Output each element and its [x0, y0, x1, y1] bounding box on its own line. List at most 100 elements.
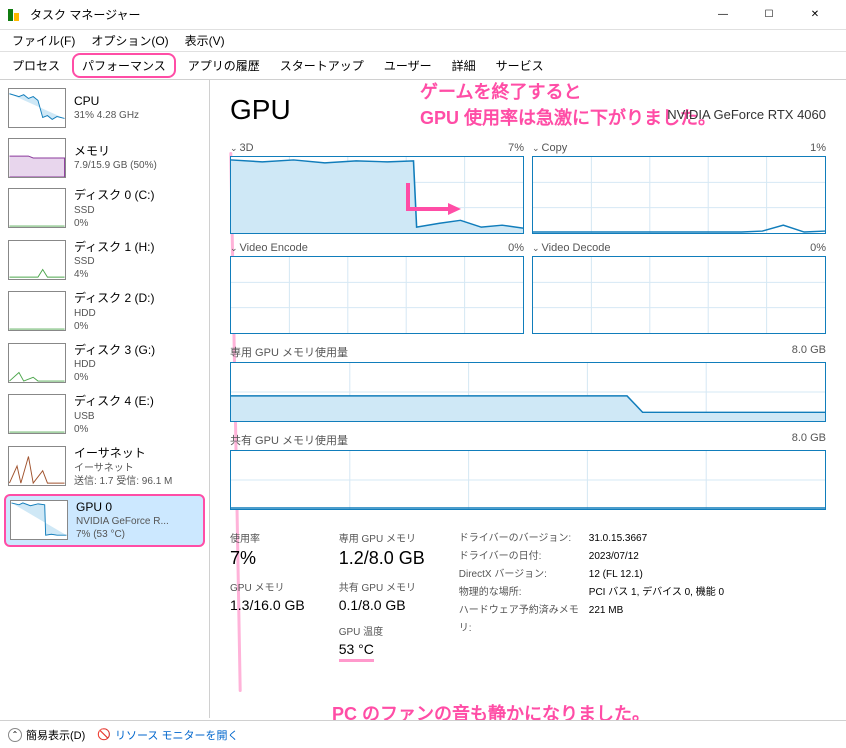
chart-3d-pct: 7%: [508, 142, 524, 154]
meta-directx-k: DirectX バージョン:: [459, 566, 589, 584]
tab-services[interactable]: サービス: [488, 54, 552, 77]
window-title: タスク マネージャー: [30, 6, 700, 23]
chart-copy[interactable]: [532, 156, 826, 234]
footer: ⌃ 簡易表示(D) 🚫 リソース モニターを開く: [0, 720, 846, 748]
disk1-label: ディスク 1 (H:): [74, 240, 201, 256]
chart-decode[interactable]: [532, 256, 826, 334]
chart-shared-max: 8.0 GB: [792, 432, 826, 448]
resource-monitor-link[interactable]: 🚫 リソース モニターを開く: [97, 727, 238, 743]
cpu-label: CPU: [74, 94, 201, 110]
chart-encode[interactable]: [230, 256, 524, 334]
taskmgr-icon: [8, 7, 24, 23]
tab-startup[interactable]: スタートアップ: [272, 54, 372, 77]
sidebar-item-disk2[interactable]: ディスク 2 (D:) HDD 0%: [4, 287, 205, 337]
meta-directx-v: 12 (FL 12.1): [589, 566, 643, 584]
resource-monitor-icon: 🚫: [97, 728, 111, 741]
gpu0-sub2: 7% (53 °C): [76, 528, 199, 541]
disk2-pct: 0%: [74, 320, 201, 333]
main-content: CPU 31% 4.28 GHz メモリ 7.9/15.9 GB (50%) デ…: [0, 80, 846, 718]
gpu-stats: 使用率 7% GPU メモリ 1.3/16.0 GB 専用 GPU メモリ 1.…: [230, 530, 826, 662]
sidebar-item-gpu0[interactable]: GPU 0 NVIDIA GeForce R... 7% (53 °C): [4, 494, 205, 548]
simple-view-button[interactable]: ⌃ 簡易表示(D): [8, 727, 85, 743]
disk0-thumbnail: [8, 188, 66, 228]
disk0-pct: 0%: [74, 217, 201, 230]
disk4-pct: 0%: [74, 423, 201, 436]
menu-view[interactable]: 表示(V): [177, 30, 233, 51]
disk2-label: ディスク 2 (D:): [74, 291, 201, 307]
memory-stats: 7.9/15.9 GB (50%): [74, 159, 201, 172]
ethernet-thumbnail: [8, 446, 66, 486]
meta-driver-date-v: 2023/07/12: [589, 548, 639, 566]
tab-performance[interactable]: パフォーマンス: [72, 53, 176, 78]
gpu-panel: GPU NVIDIA GeForce RTX 4060 ⌄3D 7%: [210, 80, 846, 718]
chart-copy-label[interactable]: ⌄Copy: [532, 142, 567, 154]
cpu-stats: 31% 4.28 GHz: [74, 109, 201, 122]
sidebar-item-disk1[interactable]: ディスク 1 (H:) SSD 4%: [4, 236, 205, 286]
sidebar-item-disk4[interactable]: ディスク 4 (E:) USB 0%: [4, 390, 205, 440]
usage-label: 使用率: [230, 530, 305, 545]
meta-driver-date-k: ドライバーの日付:: [459, 548, 589, 566]
sidebar-item-memory[interactable]: メモリ 7.9/15.9 GB (50%): [4, 134, 205, 182]
chevron-down-icon: ⌄: [532, 143, 540, 153]
temp-label: GPU 温度: [339, 623, 425, 638]
ethernet-sub1: イーサネット: [74, 462, 201, 475]
menubar: ファイル(F) オプション(O) 表示(V): [0, 30, 846, 52]
chart-encode-label[interactable]: ⌄Video Encode: [230, 242, 308, 254]
menu-options[interactable]: オプション(O): [83, 30, 176, 51]
chart-encode-pct: 0%: [508, 242, 524, 254]
sidebar-item-ethernet[interactable]: イーサネット イーサネット 送信: 1.7 受信: 96.1 M: [4, 442, 205, 492]
chart-3d[interactable]: [230, 156, 524, 234]
chart-3d-label[interactable]: ⌄3D: [230, 142, 254, 154]
minimize-button[interactable]: —: [700, 0, 746, 30]
disk3-pct: 0%: [74, 371, 201, 384]
chevron-up-icon: ⌃: [8, 728, 22, 742]
chart-dedicated-max: 8.0 GB: [792, 344, 826, 360]
maximize-button[interactable]: ☐: [746, 0, 792, 30]
performance-sidebar: CPU 31% 4.28 GHz メモリ 7.9/15.9 GB (50%) デ…: [0, 80, 210, 718]
chart-shared-label: 共有 GPU メモリ使用量: [230, 432, 348, 448]
sidebar-item-cpu[interactable]: CPU 31% 4.28 GHz: [4, 84, 205, 132]
chart-shared-memory[interactable]: [230, 450, 826, 510]
ethernet-sub2: 送信: 1.7 受信: 96.1 M: [74, 475, 201, 488]
gpu0-sub1: NVIDIA GeForce R...: [76, 515, 199, 528]
chart-dedicated-memory[interactable]: [230, 362, 826, 422]
disk2-thumbnail: [8, 291, 66, 331]
memory-label: メモリ: [74, 144, 201, 160]
disk3-thumbnail: [8, 343, 66, 383]
resource-monitor-label: リソース モニターを開く: [115, 727, 239, 743]
chart-copy-pct: 1%: [810, 142, 826, 154]
gpumem-label: GPU メモリ: [230, 579, 305, 594]
shared-value: 0.1/8.0 GB: [339, 597, 425, 613]
gpu-device-name: NVIDIA GeForce RTX 4060: [667, 107, 826, 122]
tab-users[interactable]: ユーザー: [376, 54, 440, 77]
dedicated-label: 専用 GPU メモリ: [339, 530, 425, 545]
chart-decode-label[interactable]: ⌄Video Decode: [532, 242, 610, 254]
ethernet-label: イーサネット: [74, 446, 201, 462]
window-controls: — ☐ ✕: [700, 0, 838, 30]
close-button[interactable]: ✕: [792, 0, 838, 30]
menu-file[interactable]: ファイル(F): [4, 30, 83, 51]
disk3-label: ディスク 3 (G:): [74, 343, 201, 359]
disk4-label: ディスク 4 (E:): [74, 394, 201, 410]
meta-location-k: 物理的な場所:: [459, 584, 589, 602]
tab-details[interactable]: 詳細: [444, 54, 484, 77]
disk3-type: HDD: [74, 358, 201, 371]
disk2-type: HDD: [74, 307, 201, 320]
usage-value: 7%: [230, 548, 305, 569]
sidebar-item-disk0[interactable]: ディスク 0 (C:) SSD 0%: [4, 184, 205, 234]
tab-app-history[interactable]: アプリの履歴: [180, 54, 268, 77]
gpu-meta: ドライバーのバージョン:31.0.15.3667 ドライバーの日付:2023/0…: [459, 530, 724, 662]
disk1-pct: 4%: [74, 268, 201, 281]
chevron-down-icon: ⌄: [532, 243, 540, 253]
chart-decode-pct: 0%: [810, 242, 826, 254]
meta-reserved-k: ハードウェア予約済みメモリ:: [459, 602, 589, 638]
disk4-thumbnail: [8, 394, 66, 434]
sidebar-item-disk3[interactable]: ディスク 3 (G:) HDD 0%: [4, 339, 205, 389]
meta-driver-version-k: ドライバーのバージョン:: [459, 530, 589, 548]
meta-driver-version-v: 31.0.15.3667: [589, 530, 647, 548]
meta-location-v: PCI バス 1, デバイス 0, 機能 0: [589, 584, 724, 602]
simple-view-label: 簡易表示(D): [26, 727, 85, 743]
tab-processes[interactable]: プロセス: [4, 54, 68, 77]
gpu-title: GPU: [230, 94, 291, 126]
chevron-down-icon: ⌄: [230, 243, 238, 253]
